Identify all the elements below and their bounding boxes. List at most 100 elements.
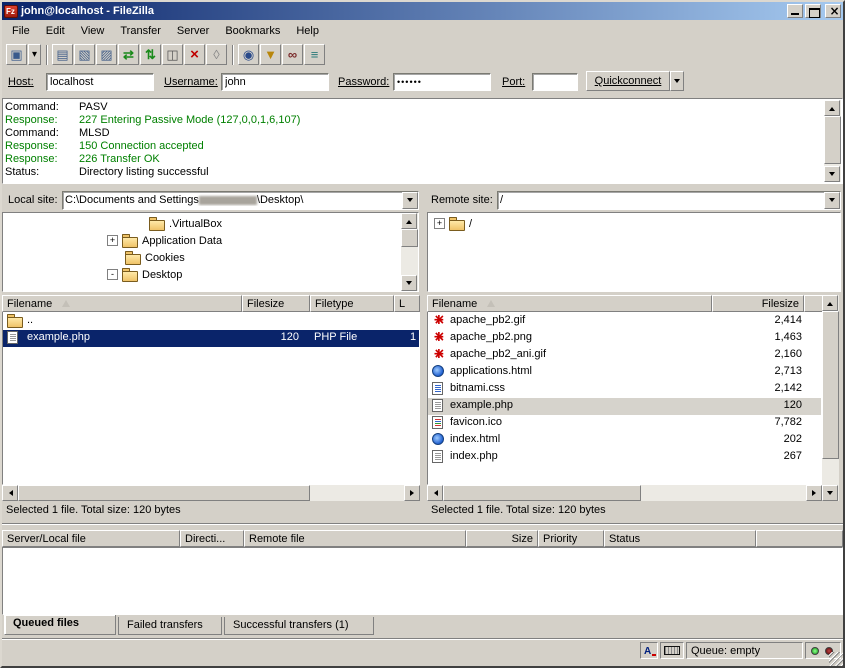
remote-horizontal-scrollbar[interactable] [427, 485, 822, 501]
close-button[interactable] [825, 4, 841, 18]
local-horizontal-scrollbar[interactable] [2, 485, 420, 501]
scroll-up-icon[interactable] [824, 100, 840, 116]
remote-vertical-scrollbar[interactable] [822, 295, 839, 501]
column-header-lastmodified[interactable]: L [394, 295, 420, 312]
file-row[interactable]: index.php 267 [428, 449, 821, 466]
process-queue-icon[interactable] [140, 44, 161, 65]
scroll-right-icon[interactable] [404, 485, 420, 501]
compare-directories-icon[interactable] [282, 44, 303, 65]
tab-successful-transfers[interactable]: Successful transfers (1) [224, 617, 374, 635]
toggle-message-log-icon[interactable] [52, 44, 73, 65]
tree-item[interactable]: Cookies [3, 249, 418, 266]
tree-item[interactable]: Application Data [3, 232, 418, 249]
quickconnect-button[interactable]: Quickconnect [586, 71, 670, 91]
file-name: bitnami.css [450, 382, 505, 394]
local-site-combobox[interactable]: C:\Documents and Settings\Desktop\ [62, 191, 419, 210]
file-row[interactable]: favicon.ico 7,782 [428, 415, 821, 432]
quickconnect-dropdown-icon[interactable] [670, 71, 684, 91]
sync-browsing-icon[interactable] [304, 44, 325, 65]
toolbar [2, 41, 843, 68]
file-row[interactable]: applications.html 2,713 [428, 364, 821, 381]
file-row[interactable]: apache_pb2.png 1,463 [428, 330, 821, 347]
file-name: index.html [450, 433, 500, 445]
scroll-down-icon[interactable] [824, 166, 840, 182]
local-tree-scrollbar[interactable] [401, 213, 418, 291]
tree-item[interactable]: / [428, 215, 840, 232]
file-size: 202 [718, 433, 802, 445]
scroll-up-icon[interactable] [822, 295, 838, 311]
scroll-left-icon[interactable] [427, 485, 443, 501]
host-label: Host: [8, 76, 34, 88]
log-scrollbar[interactable] [824, 100, 841, 182]
scroll-up-icon[interactable] [401, 213, 417, 229]
column-header-server-local-file[interactable]: Server/Local file [2, 530, 180, 547]
menu-transfer[interactable]: Transfer [112, 23, 169, 39]
expand-plus-icon[interactable] [107, 235, 118, 246]
disconnect-icon[interactable] [206, 44, 227, 65]
scroll-left-icon[interactable] [2, 485, 18, 501]
column-header-filesize[interactable]: Filesize [242, 295, 310, 312]
file-row[interactable]: apache_pb2_ani.gif 2,160 [428, 347, 821, 364]
password-input[interactable] [393, 73, 491, 91]
host-input[interactable] [46, 73, 154, 91]
column-header-priority[interactable]: Priority [538, 530, 604, 547]
preview-icon[interactable] [162, 44, 183, 65]
scroll-thumb[interactable] [824, 116, 841, 164]
tree-item[interactable]: .VirtualBox [3, 215, 418, 232]
scroll-right-icon[interactable] [806, 485, 822, 501]
username-input[interactable] [221, 73, 329, 91]
title-bar[interactable]: john@localhost - FileZilla [2, 2, 843, 20]
filter-icon[interactable] [260, 44, 281, 65]
collapse-minus-icon[interactable] [107, 269, 118, 280]
scroll-thumb[interactable] [401, 229, 418, 247]
scroll-thumb[interactable] [822, 311, 839, 459]
remote-site-combobox[interactable]: / [497, 191, 841, 210]
column-header-filetype[interactable]: Filetype [310, 295, 394, 312]
file-row-selected[interactable]: example.php 120 PHP File 1 [3, 330, 419, 347]
local-site-dropdown-icon[interactable] [402, 192, 418, 209]
column-header-direction[interactable]: Directi... [180, 530, 244, 547]
menu-file[interactable]: File [4, 23, 38, 39]
scroll-down-icon[interactable] [822, 485, 838, 501]
column-header-remote-file[interactable]: Remote file [244, 530, 466, 547]
log-line: Status:Directory listing successful [5, 166, 822, 179]
column-header-filename[interactable]: Filename [2, 295, 242, 312]
scroll-thumb[interactable] [18, 485, 310, 501]
port-input[interactable] [532, 73, 578, 91]
file-name: apache_pb2_ani.gif [450, 348, 546, 360]
file-row[interactable]: bitnami.css 2,142 [428, 381, 821, 398]
toggle-remote-tree-icon[interactable] [96, 44, 117, 65]
site-manager-icon[interactable] [6, 44, 27, 65]
expand-plus-icon[interactable] [434, 218, 445, 229]
column-header-size[interactable]: Size [466, 530, 538, 547]
tree-item[interactable]: Desktop [3, 266, 418, 283]
menu-bookmarks[interactable]: Bookmarks [217, 23, 288, 39]
transfer-queue-list[interactable] [2, 547, 843, 615]
file-row[interactable]: apache_pb2.gif 2,414 [428, 313, 821, 330]
file-row[interactable]: index.html 202 [428, 432, 821, 449]
find-files-icon[interactable] [238, 44, 259, 65]
tab-queued-files[interactable]: Queued files [4, 615, 116, 635]
scroll-down-icon[interactable] [401, 275, 417, 291]
scroll-thumb[interactable] [443, 485, 641, 501]
menu-server[interactable]: Server [169, 23, 217, 39]
column-header-filesize[interactable]: Filesize [712, 295, 804, 312]
maximize-button[interactable] [805, 4, 821, 18]
menu-bar: File Edit View Transfer Server Bookmarks… [2, 21, 843, 40]
resize-grip[interactable] [829, 652, 843, 666]
menu-edit[interactable]: Edit [38, 23, 73, 39]
menu-view[interactable]: View [73, 23, 113, 39]
toggle-local-tree-icon[interactable] [74, 44, 95, 65]
column-header-filename[interactable]: Filename [427, 295, 712, 312]
local-site-path: C:\Documents and Settings\Desktop\ [65, 194, 400, 206]
minimize-button[interactable] [787, 4, 803, 18]
cancel-icon[interactable] [184, 44, 205, 65]
column-header-status[interactable]: Status [604, 530, 756, 547]
file-row[interactable]: .. [3, 313, 419, 330]
refresh-icon[interactable] [118, 44, 139, 65]
file-row-selected[interactable]: example.php 120 [428, 398, 821, 415]
site-manager-dropdown-icon[interactable] [28, 44, 41, 65]
remote-site-dropdown-icon[interactable] [824, 192, 840, 209]
tab-failed-transfers[interactable]: Failed transfers [118, 617, 222, 635]
menu-help[interactable]: Help [288, 23, 327, 39]
